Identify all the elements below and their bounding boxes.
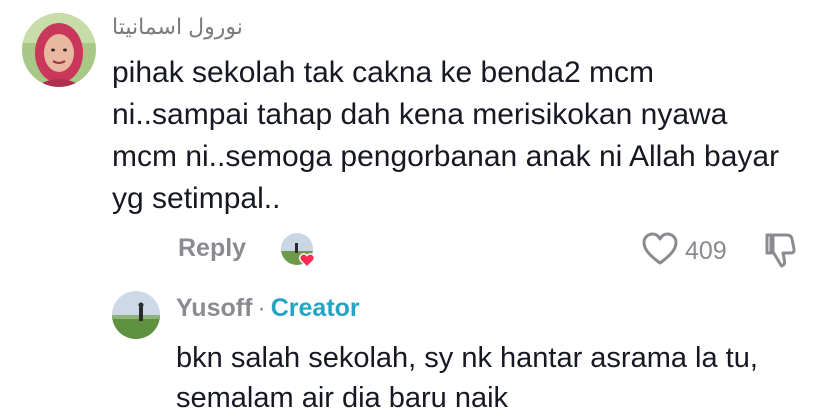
reply-button[interactable]: Reply: [178, 234, 246, 263]
reply-header: Yusoff · Creator: [176, 294, 360, 323]
reply-text: bkn salah sekolah, sy nk hantar asrama l…: [176, 342, 758, 414]
reply-avatar[interactable]: [112, 291, 160, 339]
thumbs-down-icon[interactable]: [763, 231, 797, 274]
commenter-avatar[interactable]: [22, 13, 96, 87]
comment-text: pihak sekolah tak cakna ke benda2 mcm ni…: [112, 56, 780, 215]
heart-outline-icon: [641, 231, 679, 272]
reply-username[interactable]: Yusoff: [176, 294, 252, 322]
like-count: 409: [685, 237, 727, 265]
like-button[interactable]: 409: [641, 231, 727, 272]
creator-badge: Creator: [270, 294, 360, 322]
commenter-username[interactable]: نورول اسمانيتا: [112, 14, 243, 40]
creator-liked-icon: [281, 233, 317, 269]
separator-dot: ·: [257, 294, 266, 322]
